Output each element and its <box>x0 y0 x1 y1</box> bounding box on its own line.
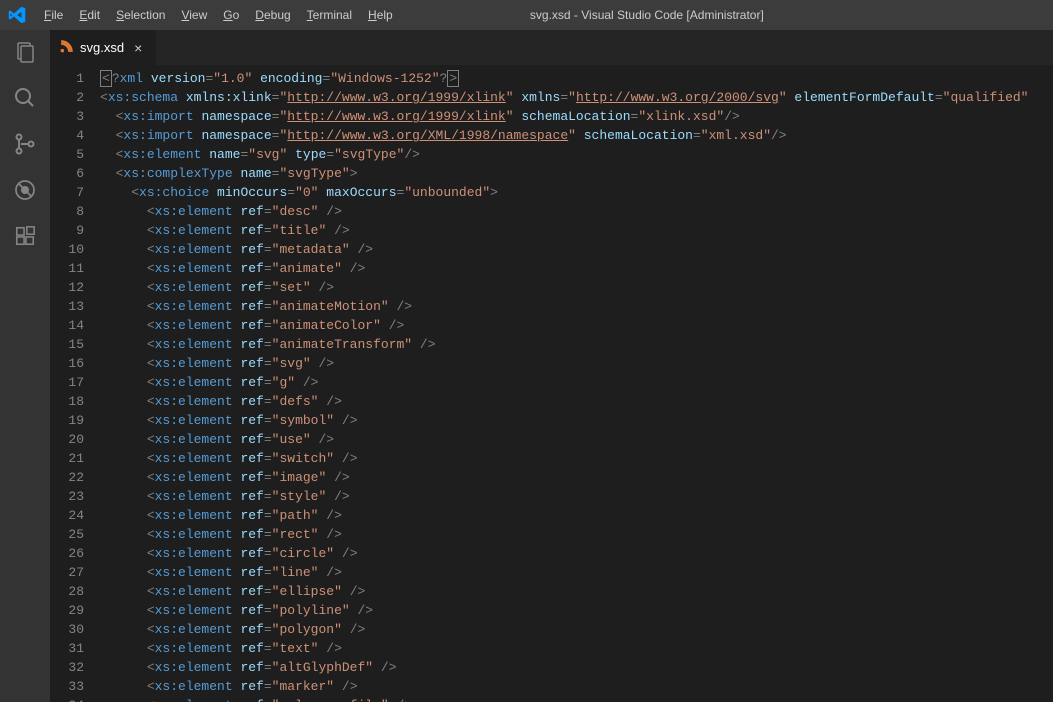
code-line[interactable]: <xs:element ref="circle" /> <box>100 544 1053 563</box>
menu-view[interactable]: View <box>173 4 215 26</box>
code-editor[interactable]: 1234567891011121314151617181920212223242… <box>50 65 1053 702</box>
code-line[interactable]: <xs:element ref="polyline" /> <box>100 601 1053 620</box>
code-line[interactable]: <xs:element ref="color-profile" /> <box>100 696 1053 702</box>
menu-debug[interactable]: Debug <box>247 4 298 26</box>
code-line[interactable]: <xs:element ref="text" /> <box>100 639 1053 658</box>
extensions-icon[interactable] <box>13 224 37 248</box>
menu-selection[interactable]: Selection <box>108 4 173 26</box>
code-line[interactable]: <xs:element ref="polygon" /> <box>100 620 1053 639</box>
menu-help[interactable]: Help <box>360 4 401 26</box>
code-line[interactable]: <xs:element ref="title" /> <box>100 221 1053 240</box>
search-icon[interactable] <box>13 86 37 110</box>
menu-edit[interactable]: Edit <box>71 4 108 26</box>
code-line[interactable]: <xs:import namespace="http://www.w3.org/… <box>100 107 1053 126</box>
vscode-logo-icon <box>8 6 26 24</box>
code-line[interactable]: <xs:element ref="ellipse" /> <box>100 582 1053 601</box>
menu-terminal[interactable]: Terminal <box>299 4 360 26</box>
code-line[interactable]: <xs:element ref="g" /> <box>100 373 1053 392</box>
code-line[interactable]: <xs:element ref="switch" /> <box>100 449 1053 468</box>
code-line[interactable]: <xs:element ref="line" /> <box>100 563 1053 582</box>
code-content[interactable]: <?xml version="1.0" encoding="Windows-12… <box>100 65 1053 702</box>
close-icon[interactable]: × <box>130 40 146 56</box>
tab-bar: svg.xsd × <box>50 30 1053 65</box>
code-line[interactable]: <xs:element ref="symbol" /> <box>100 411 1053 430</box>
code-line[interactable]: <xs:element ref="altGlyphDef" /> <box>100 658 1053 677</box>
line-number-gutter: 1234567891011121314151617181920212223242… <box>50 65 100 702</box>
code-line[interactable]: <xs:element name="svg" type="svgType"/> <box>100 145 1053 164</box>
menu-bar: FileEditSelectionViewGoDebugTerminalHelp <box>36 4 401 26</box>
code-line[interactable]: <xs:element ref="style" /> <box>100 487 1053 506</box>
code-line[interactable]: <xs:element ref="marker" /> <box>100 677 1053 696</box>
activity-bar <box>0 30 50 702</box>
code-line[interactable]: <?xml version="1.0" encoding="Windows-12… <box>100 69 1053 88</box>
code-line[interactable]: <xs:element ref="animate" /> <box>100 259 1053 278</box>
code-line[interactable]: <xs:element ref="svg" /> <box>100 354 1053 373</box>
code-line[interactable]: <xs:schema xmlns:xlink="http://www.w3.or… <box>100 88 1053 107</box>
editor-group: svg.xsd × 123456789101112131415161718192… <box>50 30 1053 702</box>
debug-icon[interactable] <box>13 178 37 202</box>
code-line[interactable]: <xs:element ref="animateColor" /> <box>100 316 1053 335</box>
code-line[interactable]: <xs:element ref="metadata" /> <box>100 240 1053 259</box>
code-line[interactable]: <xs:element ref="animateMotion" /> <box>100 297 1053 316</box>
code-line[interactable]: <xs:element ref="path" /> <box>100 506 1053 525</box>
code-line[interactable]: <xs:element ref="image" /> <box>100 468 1053 487</box>
code-line[interactable]: <xs:element ref="use" /> <box>100 430 1053 449</box>
rss-file-icon <box>60 39 74 56</box>
window-title: svg.xsd - Visual Studio Code [Administra… <box>401 8 1053 22</box>
source-control-icon[interactable] <box>13 132 37 156</box>
explorer-icon[interactable] <box>13 40 37 64</box>
code-line[interactable]: <xs:element ref="animateTransform" /> <box>100 335 1053 354</box>
code-line[interactable]: <xs:element ref="defs" /> <box>100 392 1053 411</box>
code-line[interactable]: <xs:complexType name="svgType"> <box>100 164 1053 183</box>
code-line[interactable]: <xs:element ref="set" /> <box>100 278 1053 297</box>
title-bar: FileEditSelectionViewGoDebugTerminalHelp… <box>0 0 1053 30</box>
code-line[interactable]: <xs:element ref="rect" /> <box>100 525 1053 544</box>
tab-label: svg.xsd <box>80 40 124 55</box>
code-line[interactable]: <xs:element ref="desc" /> <box>100 202 1053 221</box>
code-line[interactable]: <xs:choice minOccurs="0" maxOccurs="unbo… <box>100 183 1053 202</box>
code-line[interactable]: <xs:import namespace="http://www.w3.org/… <box>100 126 1053 145</box>
tab-svg-xsd[interactable]: svg.xsd × <box>50 30 156 65</box>
menu-file[interactable]: File <box>36 4 71 26</box>
menu-go[interactable]: Go <box>215 4 247 26</box>
